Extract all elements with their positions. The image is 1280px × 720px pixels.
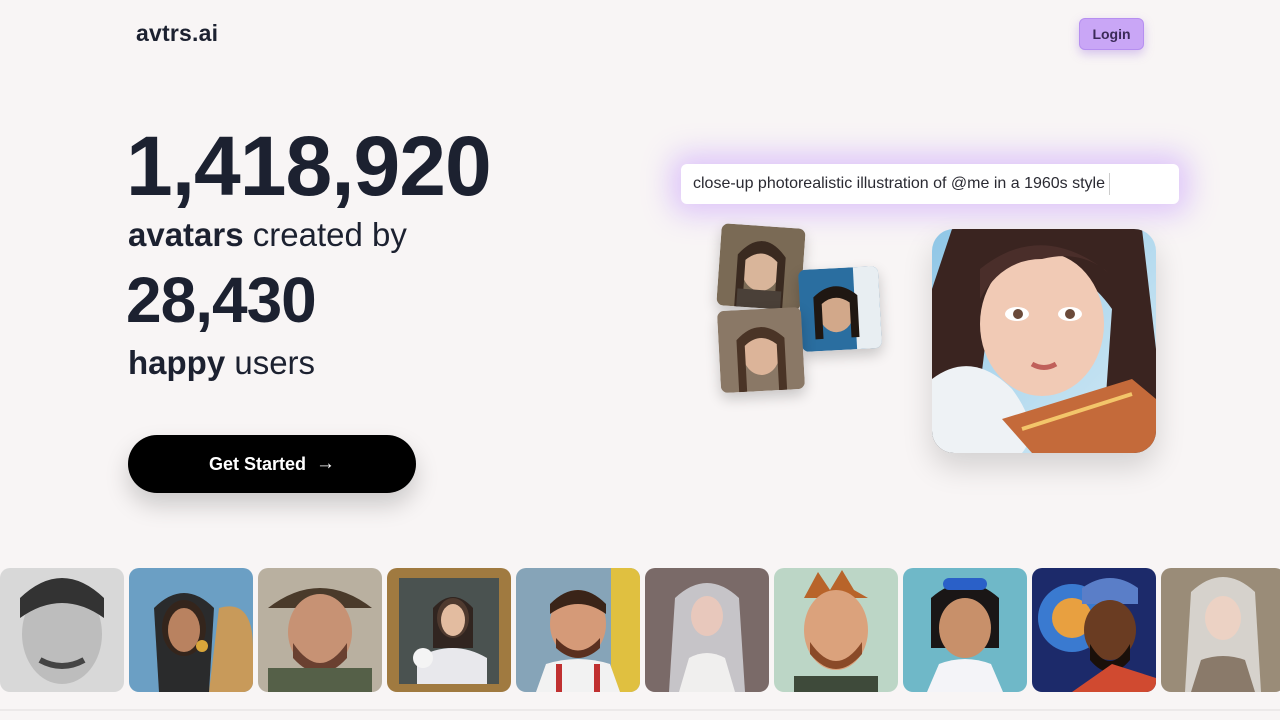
footer-divider	[0, 709, 1280, 711]
avatars-count: 1,418,920	[126, 119, 492, 213]
avatar-tile-woman-silver-hair	[645, 568, 769, 692]
avatars-caption: avatars created by	[128, 218, 407, 251]
users-caption: happy users	[128, 346, 315, 379]
prompt-display: close-up photorealistic illustration of …	[681, 164, 1179, 204]
avatar-tile-framed-portrait	[387, 568, 511, 692]
avatars-caption-bold: avatars	[128, 216, 244, 253]
avatar-tile-bw-man	[0, 568, 124, 692]
avatar-tile-woman-fantasy	[1161, 568, 1280, 692]
text-caret	[1109, 173, 1110, 195]
users-caption-text: users	[225, 344, 316, 381]
avatar-tile-woman-camel	[129, 568, 253, 692]
sample-photo-3	[716, 306, 806, 394]
generated-avatar-image	[932, 229, 1156, 453]
users-count: 28,430	[126, 264, 317, 336]
login-button[interactable]: Login	[1079, 18, 1144, 50]
avatar-tile-man-city	[516, 568, 640, 692]
get-started-label: Get Started	[208, 453, 307, 474]
users-caption-bold: happy	[128, 344, 226, 381]
logo[interactable]: avtrs.ai	[136, 20, 218, 47]
avatar-gallery	[0, 568, 1280, 692]
avatar-tile-cartoon-girl	[903, 568, 1027, 692]
avatar-tile-man-hat	[258, 568, 382, 692]
arrow-right-icon: →	[316, 453, 336, 474]
avatars-caption-text: created by	[243, 216, 407, 253]
avatar-tile-cartoon-man	[774, 568, 898, 692]
prompt-text: close-up photorealistic illustration of …	[693, 175, 1105, 192]
sample-photo-2	[797, 265, 883, 353]
get-started-button[interactable]: Get Started →	[128, 435, 416, 493]
avatar-tile-man-colorful	[1032, 568, 1156, 692]
sample-photo-1	[716, 223, 806, 311]
